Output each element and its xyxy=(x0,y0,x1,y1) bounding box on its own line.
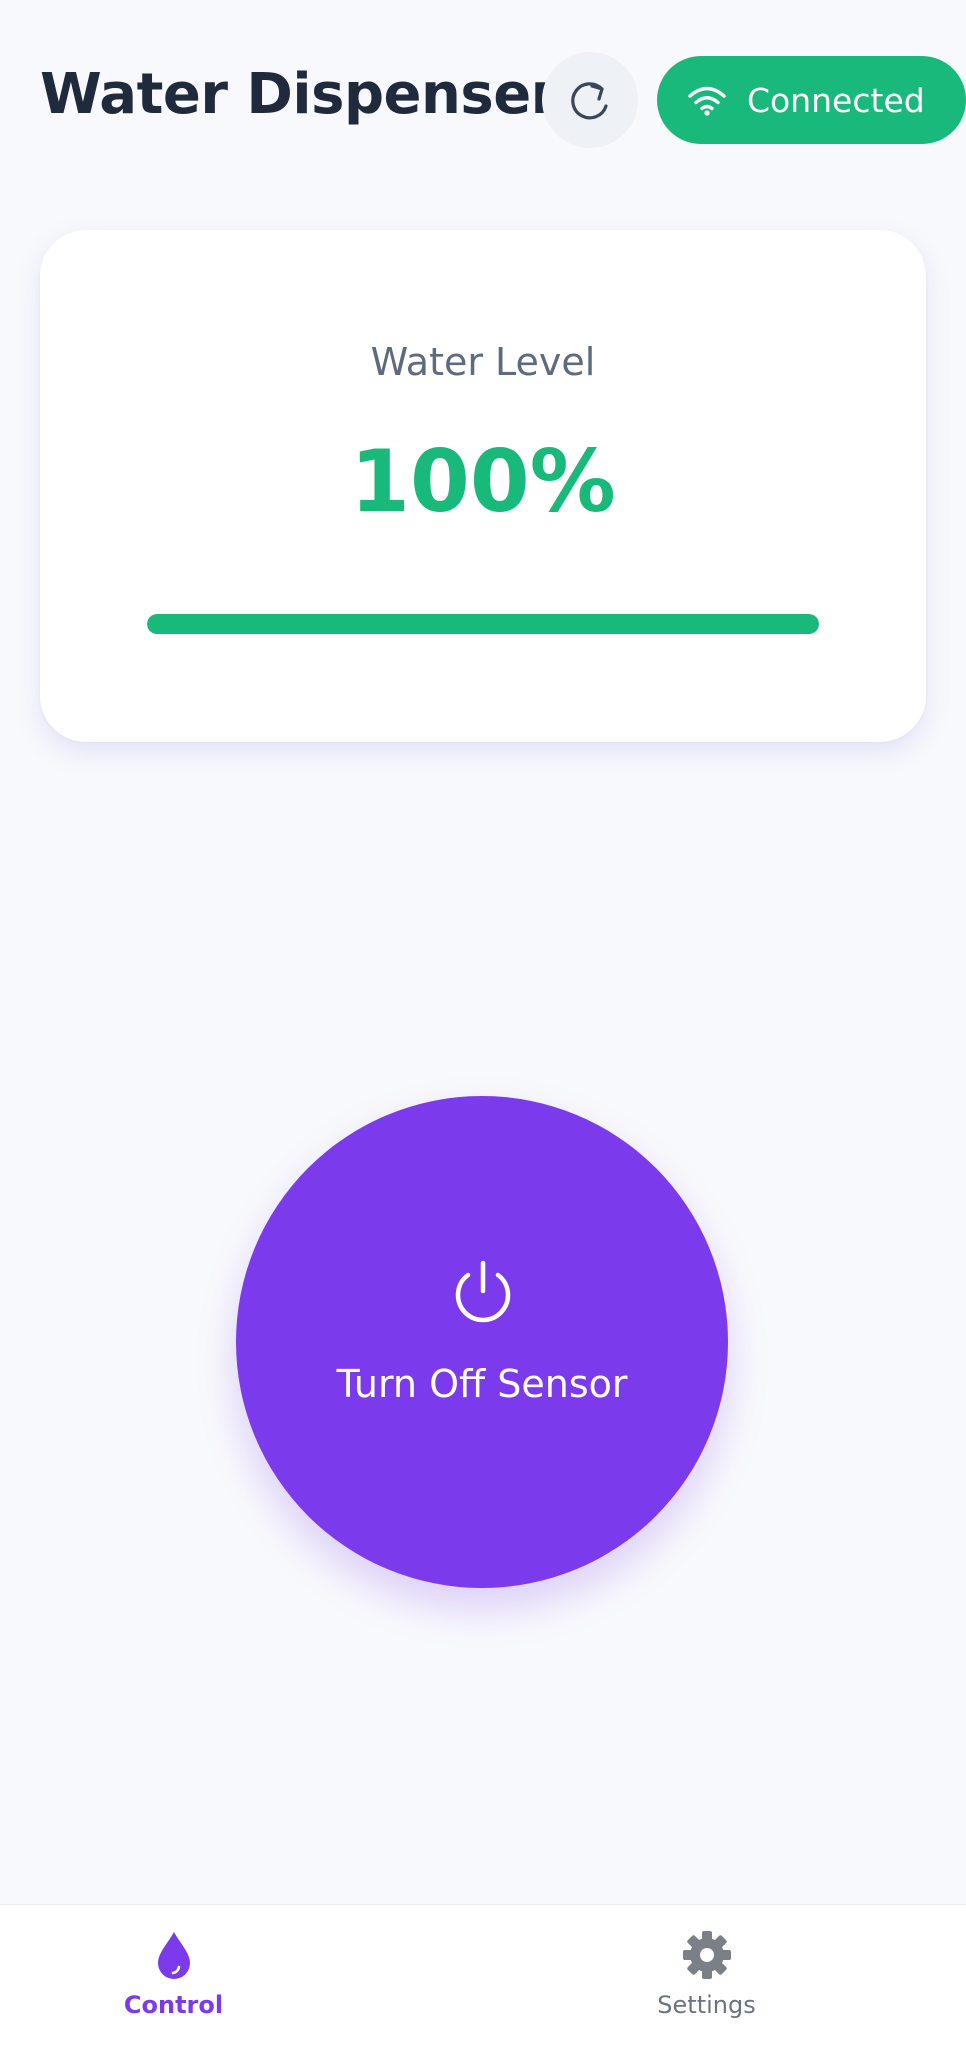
page-title: Water Dispenser xyxy=(40,62,558,127)
refresh-button[interactable] xyxy=(542,52,638,148)
water-level-card: Water Level 100% xyxy=(40,230,926,742)
sensor-button-label: Turn Off Sensor xyxy=(336,1362,628,1406)
connection-status-label: Connected xyxy=(747,80,925,120)
nav-label-settings: Settings xyxy=(657,1991,756,2019)
wifi-icon xyxy=(688,86,726,116)
nav-item-settings[interactable]: Settings xyxy=(483,1905,966,2049)
water-level-progress-bar xyxy=(147,614,819,634)
connection-status-badge[interactable]: Connected xyxy=(657,56,966,144)
water-level-value: 100% xyxy=(350,432,616,532)
power-icon xyxy=(455,1260,511,1323)
bottom-navigation: Control Settings xyxy=(0,1904,966,2049)
water-drop-icon xyxy=(157,1932,190,1979)
nav-item-control[interactable]: Control xyxy=(0,1905,483,2049)
refresh-icon xyxy=(571,82,608,120)
turn-off-sensor-button[interactable]: Turn Off Sensor xyxy=(236,1096,728,1588)
nav-label-control: Control xyxy=(123,1991,224,2019)
water-level-label: Water Level xyxy=(370,340,596,384)
gear-icon xyxy=(682,1931,731,1979)
water-level-progress-fill xyxy=(147,614,819,634)
